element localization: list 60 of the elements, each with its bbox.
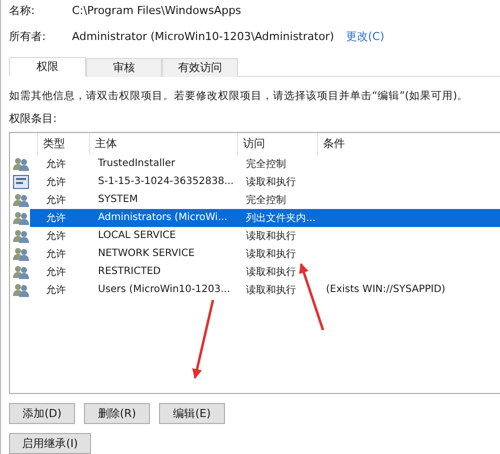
table-cell-text: 允许 (45, 158, 67, 171)
table-cell-text: 读取和执行 (245, 176, 297, 189)
list-row[interactable]: 允许 NETWORK SERVICE 读取和执行 (10, 244, 500, 263)
action-button[interactable]: 添加(D) (9, 402, 75, 424)
column-header[interactable]: 访问 (237, 132, 317, 155)
table-cell-text: 允许 (45, 230, 67, 243)
table-cell-text: Users (MicroWin10-1203... (97, 284, 232, 296)
table-cell-text: 允许 (45, 176, 67, 189)
table-cell-text: S-1-15-3-1024-36352838... (97, 176, 235, 188)
users-icon (13, 210, 29, 225)
users-icon (13, 156, 29, 171)
table-cell-text: 允许 (45, 212, 67, 225)
table-cell-text: TrustedInstaller (97, 158, 176, 170)
tab[interactable]: 审核 (86, 58, 162, 77)
table-cell-text: 读取和执行 (245, 230, 297, 243)
inherit-button[interactable]: 启用继承(I) (9, 432, 91, 454)
tab[interactable]: 权限 (9, 56, 86, 77)
table-cell-text: Administrators (MicroWi... (97, 212, 228, 224)
field-label: 所有者: (9, 29, 47, 44)
list-row[interactable]: 允许 LOCAL SERVICE 读取和执行 (10, 226, 500, 245)
table-cell-text: NETWORK SERVICE (97, 248, 196, 260)
table-cell-text: 读取和执行 (245, 248, 297, 261)
column-header[interactable]: 主体 (89, 132, 237, 155)
table-cell-text: 列出文件夹内... (245, 212, 317, 225)
table-cell-text: 允许 (45, 266, 67, 279)
table-cell-text: 允许 (45, 248, 67, 261)
package-icon (13, 174, 29, 189)
field-label: 名称: (9, 3, 36, 18)
users-icon (13, 192, 29, 207)
list-row[interactable]: 允许 SYSTEM 完全控制 (10, 190, 500, 209)
list-row[interactable]: 允许 RESTRICTED 读取和执行 (10, 262, 500, 281)
column-header[interactable]: 类型 (37, 132, 89, 155)
table-cell-text: 完全控制 (245, 194, 287, 207)
users-icon (13, 282, 29, 297)
tab[interactable]: 有效访问 (162, 58, 238, 77)
table-cell-text: 读取和执行 (245, 266, 297, 279)
column-header[interactable]: 条件 (317, 132, 500, 155)
table-cell-text: (Exists WIN://SYSAPPID) (325, 284, 446, 296)
field-value: Administrator (MicroWin10-1203\Administrator) (72, 30, 334, 44)
users-icon (13, 264, 29, 279)
list-row[interactable]: 允许 Administrators (MicroWi... 列出文件夹内... (10, 208, 500, 227)
users-icon (13, 246, 29, 261)
table-cell-text: RESTRICTED (97, 266, 162, 278)
users-icon (13, 228, 29, 243)
table-cell-text: 读取和执行 (245, 284, 297, 297)
list-label: 权限条目: (9, 110, 58, 126)
table-cell-text: SYSTEM (97, 194, 139, 206)
action-button[interactable]: 编辑(E) (159, 402, 225, 424)
list-row[interactable]: 允许 TrustedInstaller 完全控制 (10, 154, 500, 173)
table-cell-text: 允许 (45, 194, 67, 207)
field-value: C:\Program Files\WindowsApps (72, 4, 242, 18)
table-cell-text: 完全控制 (245, 158, 287, 171)
annotation-arrow (299, 263, 324, 330)
info-text: 如需其他信息，请双击权限项目。若要修改权限项目，请选择该项目并单击“编辑”(如果可用)。 (9, 88, 470, 103)
table-cell-text: 允许 (45, 284, 67, 297)
action-button[interactable]: 删除(R) (84, 402, 150, 424)
list-row[interactable]: 允许 Users (MicroWin10-1203... 读取和执行 (Exists WIN://SYSAPPID) (10, 280, 500, 299)
table-cell-text: LOCAL SERVICE (97, 230, 177, 242)
change-link[interactable]: 更改(C) (346, 29, 384, 44)
list-row[interactable]: 允许 S-1-15-3-1024-36352838... 读取和执行 (10, 172, 500, 191)
